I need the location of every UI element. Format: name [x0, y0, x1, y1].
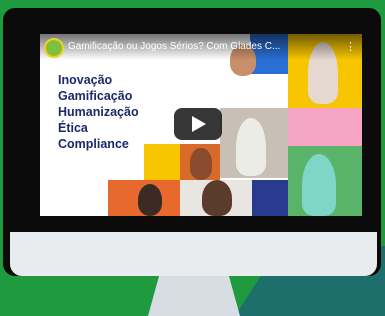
keyword: Inovação: [58, 73, 113, 87]
person-image: [202, 180, 232, 216]
person-image: [302, 154, 336, 216]
more-options-icon[interactable]: ⋮: [345, 40, 356, 53]
monitor-chin: [10, 232, 377, 276]
keyword: Compliance: [58, 137, 129, 151]
person-image: [190, 148, 212, 180]
monitor-stand: [148, 276, 240, 316]
video-player[interactable]: Inovação Gamificação Humanização Ética C…: [40, 34, 362, 216]
video-title[interactable]: Gamificação ou Jogos Sérios? Com Glades …: [68, 41, 338, 52]
person-image: [236, 118, 266, 176]
keyword: Ética: [58, 121, 88, 135]
keyword: Gamificação: [58, 89, 133, 103]
play-button[interactable]: [174, 108, 222, 140]
person-image: [138, 184, 162, 216]
collage-tile: [252, 180, 288, 216]
collage-tile: [144, 144, 180, 180]
keyword-list: Inovação Gamificação Humanização Ética C…: [58, 72, 139, 152]
play-icon: [192, 116, 206, 132]
keyword: Humanização: [58, 105, 139, 119]
video-title-bar: Gamificação ou Jogos Sérios? Com Glades …: [40, 34, 362, 60]
channel-logo-icon[interactable]: [44, 38, 64, 58]
collage-tile: [288, 108, 362, 146]
